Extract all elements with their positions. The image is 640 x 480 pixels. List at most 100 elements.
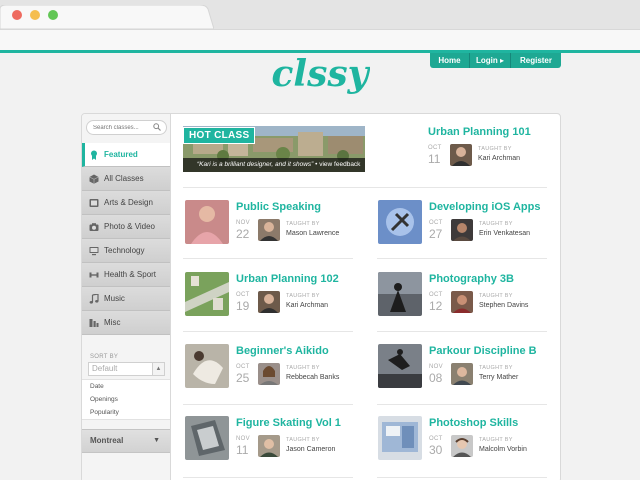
minimize-window-dot[interactable] [30,10,40,20]
chevron-down-icon: ▼ [153,437,160,444]
login-link[interactable]: Login ▸ [470,53,510,68]
city-select[interactable]: Montreal ▼ [82,429,170,453]
misc-icon [89,318,99,327]
home-link[interactable]: Home [430,53,469,68]
class-title[interactable]: Beginner's Aikido [236,345,329,357]
class-card[interactable]: Urban Planning 101 OCT 11 TAUGHT BY Kari… [377,126,557,176]
hot-class-banner[interactable]: HOT CLASS “Kari is a brilliant designer,… [183,126,365,172]
svg-text:clssy: clssy [271,56,370,95]
register-link[interactable]: Register [511,53,561,68]
sort-option-openings[interactable]: Openings [82,393,170,406]
sort-select[interactable]: Default ▲ [88,362,165,376]
sort-label: SORT BY [90,354,119,360]
teacher-avatar[interactable] [258,435,280,457]
sidebar-item-music[interactable]: Music [82,287,170,311]
class-thumbnail[interactable] [378,344,422,388]
class-card[interactable]: Figure Skating Vol 1 NOV 11 TAUGHT BY Ja… [185,416,365,467]
sidebar-item-photo-video[interactable]: Photo & Video [82,215,170,239]
class-day: 27 [429,227,443,241]
class-day: 19 [236,299,250,313]
class-title[interactable]: Urban Planning 102 [236,273,339,285]
teacher-avatar[interactable] [258,363,280,385]
class-day: 11 [236,443,249,457]
row-divider [377,258,547,259]
sort-option-date[interactable]: Date [82,380,170,393]
teacher-name[interactable]: Erin Venkatesan [479,230,530,237]
teacher-name[interactable]: Malcolm Vorbin [479,446,527,453]
sidebar-item-all-classes[interactable]: All Classes [82,167,170,191]
class-grid: HOT CLASS “Kari is a brilliant designer,… [171,114,560,480]
class-thumbnail[interactable] [378,416,422,460]
teacher-avatar[interactable] [451,363,473,385]
teacher-avatar[interactable] [451,219,473,241]
close-window-dot[interactable] [12,10,22,20]
class-day: 11 [428,152,441,166]
sort-value: Default [92,364,118,373]
class-day: 08 [429,371,443,385]
teacher-name[interactable]: Rebbecah Banks [286,374,339,381]
chevron-up-icon[interactable]: ▲ [152,363,164,375]
class-thumbnail[interactable] [185,272,229,316]
teacher-avatar[interactable] [258,219,280,241]
search-input[interactable] [93,122,153,133]
class-title[interactable]: Public Speaking [236,201,321,213]
teacher-name[interactable]: Terry Mather [479,374,518,381]
class-thumbnail[interactable] [378,200,422,244]
view-feedback-link[interactable]: • view feedback [315,161,360,168]
class-card[interactable]: Public Speaking NOV 22 TAUGHT BY Mason L… [185,200,365,251]
search-icon[interactable] [153,123,161,131]
maximize-window-dot[interactable] [48,10,58,20]
taught-by-label: TAUGHT BY [286,437,320,443]
sidebar-item-label: Misc [104,318,121,327]
sidebar-item-misc[interactable]: Misc [82,311,170,335]
class-card[interactable]: Urban Planning 102 OCT 19 TAUGHT BY Kari… [185,272,365,323]
class-card[interactable]: Parkour Discipline B NOV 08 TAUGHT BY Te… [378,344,558,395]
sort-option-popularity[interactable]: Popularity [82,406,170,419]
class-thumbnail[interactable] [378,272,422,316]
row-divider [183,331,353,332]
teacher-name[interactable]: Kari Archman [286,302,328,309]
teacher-avatar[interactable] [451,291,473,313]
sidebar-item-technology[interactable]: Technology [82,239,170,263]
clssy-logo[interactable]: clssy [270,53,370,111]
hot-class-tag: HOT CLASS [183,127,256,144]
sidebar-item-health-sport[interactable]: Health & Sport [82,263,170,287]
teacher-name[interactable]: Jason Cameron [286,446,335,453]
class-thumbnail[interactable] [185,344,229,388]
sidebar-item-featured[interactable]: Featured [82,143,170,167]
class-month: NOV [236,220,250,226]
class-title[interactable]: Parkour Discipline B [429,345,537,357]
class-title[interactable]: Urban Planning 101 [428,126,531,138]
class-thumbnail[interactable] [185,200,229,244]
class-card[interactable]: Photography 3B OCT 12 TAUGHT BY Stephen … [378,272,558,323]
class-day: 22 [236,227,250,241]
taught-by-label: TAUGHT BY [286,365,320,371]
teacher-avatar[interactable] [258,291,280,313]
class-card[interactable]: Photoshop Skills OCT 30 TAUGHT BY Malcol… [378,416,558,467]
class-day: 30 [429,443,443,457]
teacher-name[interactable]: Mason Lawrence [286,230,339,237]
search-box[interactable] [86,120,167,135]
hot-class-quote-text: “Kari is a brilliant designer, and it sh… [197,161,314,168]
dumbbell-icon [89,272,99,277]
sidebar-item-arts-design[interactable]: Arts & Design [82,191,170,215]
teacher-name[interactable]: Stephen Davins [479,302,528,309]
class-card[interactable]: Beginner's Aikido OCT 25 TAUGHT BY Rebbe… [185,344,365,395]
class-title[interactable]: Photography 3B [429,273,514,285]
class-card[interactable]: Developing iOS Apps OCT 27 TAUGHT BY Eri… [378,200,558,251]
teacher-avatar[interactable] [450,144,472,166]
teacher-name[interactable]: Kari Archman [478,155,520,162]
row-divider [183,477,353,478]
sidebar-item-label: Arts & Design [104,198,153,207]
hot-class-quote: “Kari is a brilliant designer, and it sh… [183,158,365,172]
teacher-avatar[interactable] [451,435,473,457]
class-title[interactable]: Figure Skating Vol 1 [236,417,341,429]
category-list: Featured All Classes Arts & Design Photo… [82,143,171,335]
camera-icon [89,222,99,231]
class-month: OCT [236,364,250,370]
class-title[interactable]: Photoshop Skills [429,417,518,429]
class-title[interactable]: Developing iOS Apps [429,201,540,213]
taught-by-label: TAUGHT BY [478,146,512,152]
browser-toolbar [0,29,640,50]
class-thumbnail[interactable] [185,416,229,460]
